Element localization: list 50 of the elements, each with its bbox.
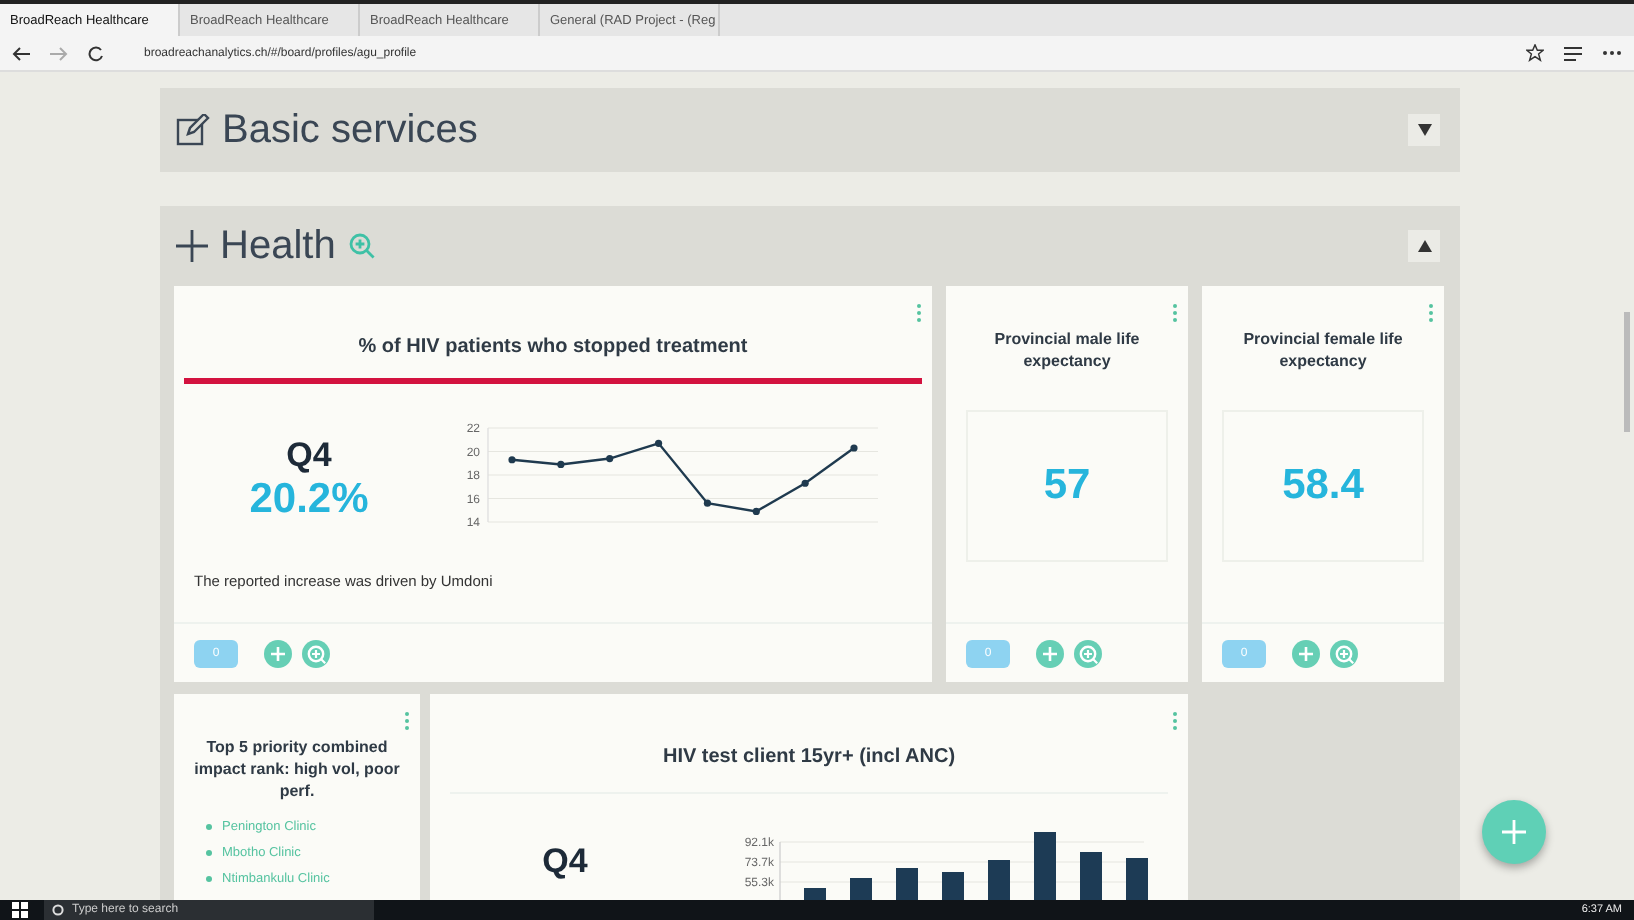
scrollbar: [1624, 312, 1630, 432]
add-icon[interactable]: [1036, 639, 1064, 667]
metric-value: 57: [1043, 461, 1091, 510]
data-point: [654, 438, 663, 446]
card-title: Provincial female life expectancy: [1241, 330, 1405, 374]
back-icon[interactable]: [12, 45, 30, 61]
zoom-in-icon[interactable]: [347, 232, 376, 260]
data-point: [850, 443, 858, 451]
add-icon[interactable]: [1292, 639, 1320, 667]
plus-icon: [1502, 820, 1526, 844]
menu-icon[interactable]: [1564, 45, 1582, 61]
data-point: [752, 506, 760, 515]
data-point: [801, 478, 809, 486]
search-icon: [52, 904, 64, 916]
card-title: Top 5 priority combined impact rank: high vol, poor perf.: [192, 738, 402, 804]
more-options-icon[interactable]: [1172, 712, 1178, 730]
forward-icon[interactable]: [50, 45, 68, 61]
more-options-icon[interactable]: [916, 304, 922, 322]
card-title: Provincial male life expectancy: [992, 330, 1142, 374]
bullet-icon: [206, 876, 212, 883]
section-title: Health: [220, 223, 336, 269]
metric-value: 20.2%: [249, 475, 369, 523]
bullet-icon: [206, 824, 212, 831]
card-title: HIV test client 15yr+ (incl ANC): [450, 738, 1168, 793]
more-options-icon[interactable]: [1428, 304, 1434, 322]
windows-icon[interactable]: [12, 902, 28, 918]
star-icon[interactable]: [1526, 44, 1544, 62]
add-button[interactable]: [1482, 800, 1546, 864]
toggle-button[interactable]: [1408, 114, 1440, 146]
zoom-in-icon[interactable]: [1074, 639, 1102, 667]
bullet-icon: [206, 850, 212, 857]
data-point: [557, 459, 565, 468]
refresh-icon[interactable]: [88, 45, 104, 61]
data-point: [606, 453, 614, 462]
period-label: Q4: [542, 841, 588, 881]
metric-value: 58.4: [1282, 461, 1364, 510]
section-title: Basic services: [222, 107, 478, 153]
zoom-in-icon[interactable]: [1330, 639, 1358, 667]
more-icon[interactable]: [1602, 50, 1622, 56]
more-options-icon[interactable]: [404, 712, 410, 730]
plus-icon: [176, 230, 208, 262]
toggle-button[interactable]: [1408, 230, 1440, 262]
add-icon[interactable]: [264, 639, 292, 667]
card-title: % of HIV patients who stopped treatment: [356, 334, 750, 362]
edit-icon: [176, 113, 210, 147]
data-point: [508, 455, 516, 463]
period-label: Q4: [286, 435, 332, 475]
more-options-icon[interactable]: [1172, 304, 1178, 322]
zoom-in-icon[interactable]: [302, 639, 330, 667]
data-point: [703, 498, 712, 506]
